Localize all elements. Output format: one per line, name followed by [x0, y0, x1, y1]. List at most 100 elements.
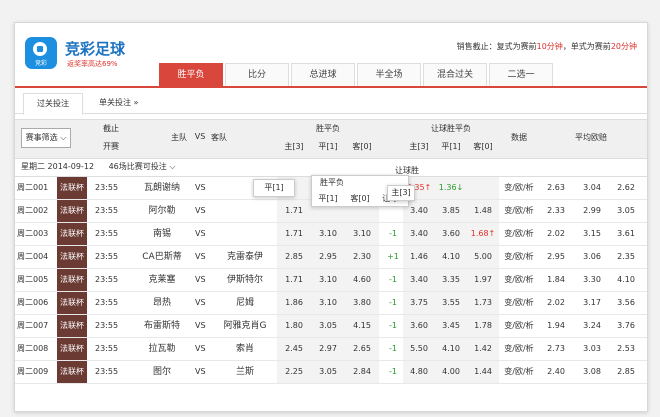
tab-single-bet[interactable]: 单关投注 » — [99, 93, 138, 113]
handicap-odds-home[interactable]: 1.46 — [403, 246, 435, 268]
home-team[interactable]: 瓦朗谢纳 — [139, 177, 185, 199]
tab-mixed[interactable]: 混合过关 — [423, 63, 487, 86]
handicap-odds-draw[interactable]: 4.10 — [435, 246, 467, 268]
home-team[interactable]: 阿尔勒 — [139, 200, 185, 222]
away-team[interactable] — [217, 200, 273, 222]
tab-pass-bet[interactable]: 过关投注 — [23, 93, 83, 115]
odds-draw[interactable]: 3.10 — [311, 292, 345, 314]
odds-draw[interactable]: 3.05 — [311, 361, 345, 383]
analysis-links[interactable]: 变/欧/析 — [501, 246, 537, 268]
handicap-odds-away[interactable]: 5.00 — [467, 246, 499, 268]
analysis-links[interactable]: 变/欧/析 — [501, 269, 537, 291]
odds-draw[interactable]: 2.97 — [311, 338, 345, 360]
odds-home[interactable]: 1.71 — [277, 269, 311, 291]
match-count[interactable]: 46场比赛可投注 — [109, 162, 167, 171]
odds-away[interactable]: 2.65 — [345, 338, 379, 360]
handicap-odds-away[interactable]: 1.48 — [467, 200, 499, 222]
analysis-links[interactable]: 变/欧/析 — [501, 292, 537, 314]
handicap-odds-home[interactable]: 3.40 — [403, 269, 435, 291]
sales-deadline: 销售截止：复式为赛前10分钟，单式为赛前20分钟 — [456, 42, 637, 51]
col-rspf-draw: 平[1] — [441, 142, 461, 151]
odds-away[interactable]: 2.84 — [345, 361, 379, 383]
tab-half-full[interactable]: 半全场 — [357, 63, 421, 86]
avg-odds-away: 2.85 — [617, 367, 635, 376]
avg-odds-home: 2.95 — [547, 252, 565, 261]
tab-spf[interactable]: 胜平负 — [159, 63, 223, 86]
odds-draw[interactable]: 3.10 — [311, 269, 345, 291]
handicap-odds-away[interactable]: 1.78 — [467, 315, 499, 337]
handicap-odds-draw[interactable]: 3.60 — [435, 223, 467, 245]
odds-home[interactable]: 1.71 — [277, 223, 311, 245]
handicap-odds-draw[interactable]: 4.10 — [435, 338, 467, 360]
odds-home[interactable]: 1.80 — [277, 315, 311, 337]
analysis-links[interactable]: 变/欧/析 — [501, 315, 537, 337]
home-team[interactable]: CA巴斯蒂 — [139, 246, 185, 268]
handicap-odds-home[interactable]: 4.80 — [403, 361, 435, 383]
odds-draw[interactable]: 2.95 — [311, 246, 345, 268]
handicap-odds-draw[interactable]: 3.35 — [435, 269, 467, 291]
odds-away[interactable]: 2.30 — [345, 246, 379, 268]
handicap-odds-away[interactable]: 1.42 — [467, 338, 499, 360]
handicap-odds-draw[interactable]: 3.55 — [435, 292, 467, 314]
kickoff-time: 23:55 — [95, 275, 119, 284]
away-team[interactable]: 伊斯特尔 — [217, 269, 273, 291]
tab-score[interactable]: 比分 — [225, 63, 289, 86]
avg-odds-home: 1.84 — [547, 275, 565, 284]
handicap-odds-draw[interactable]: 3.45 — [435, 315, 467, 337]
handicap-odds-home[interactable]: 3.75 — [403, 292, 435, 314]
avg-odds-draw: 3.17 — [583, 298, 601, 307]
odds-away[interactable]: 4.15 — [345, 315, 379, 337]
handicap-odds-home[interactable]: 3.40 — [403, 223, 435, 245]
avg-odds-away: 3.76 — [617, 321, 635, 330]
kickoff-time: 23:55 — [95, 206, 119, 215]
match-filter-dropdown[interactable]: 赛事筛选 ⌵ — [21, 128, 71, 148]
analysis-links[interactable]: 变/欧/析 — [501, 338, 537, 360]
handicap-odds-away[interactable]: 1.73 — [467, 292, 499, 314]
odds-draw[interactable]: 3.10 — [311, 223, 345, 245]
league-badge: 法联杯 — [57, 223, 87, 245]
home-team[interactable]: 拉瓦勒 — [139, 338, 185, 360]
odds-draw[interactable]: 3.05 — [311, 315, 345, 337]
away-team[interactable]: 尼姆 — [217, 292, 273, 314]
handicap-odds-away[interactable]: 1.44 — [467, 361, 499, 383]
odds-home[interactable]: 2.45 — [277, 338, 311, 360]
handicap-odds-away[interactable] — [467, 177, 499, 199]
analysis-links[interactable]: 变/欧/析 — [501, 200, 537, 222]
handicap-odds-away[interactable]: 1.97 — [467, 269, 499, 291]
handicap-odds-draw[interactable]: 1.36↓ — [435, 177, 467, 199]
home-team[interactable]: 图尔 — [139, 361, 185, 383]
away-team[interactable]: 克雷泰伊 — [217, 246, 273, 268]
away-team[interactable]: 阿雅克肖G — [217, 315, 273, 337]
odds-away[interactable]: 3.10 — [345, 223, 379, 245]
odds-away[interactable]: 3.80 — [345, 292, 379, 314]
away-team[interactable]: 索肖 — [217, 338, 273, 360]
home-team[interactable]: 昂热 — [139, 292, 185, 314]
home-team[interactable]: 布雷斯特 — [139, 315, 185, 337]
col-rspf-home: 主[3] — [409, 142, 429, 151]
tab-total-goals[interactable]: 总进球 — [291, 63, 355, 86]
avg-odds-draw: 3.24 — [583, 321, 601, 330]
tab-two-choice[interactable]: 二选一 — [489, 63, 553, 86]
odds-away[interactable]: 4.60 — [345, 269, 379, 291]
analysis-links[interactable]: 变/欧/析 — [501, 361, 537, 383]
home-team[interactable]: 克莱塞 — [139, 269, 185, 291]
handicap-odds-home[interactable]: 3.60 — [403, 315, 435, 337]
bet-mode-tabs: 过关投注 单关投注 » — [15, 93, 647, 115]
handicap-odds-draw[interactable]: 3.85 — [435, 200, 467, 222]
handicap-odds-home[interactable]: 5.50 — [403, 338, 435, 360]
away-team[interactable] — [217, 223, 273, 245]
odds-home[interactable]: 1.86 — [277, 292, 311, 314]
handicap-odds-draw[interactable]: 4.00 — [435, 361, 467, 383]
away-team[interactable]: 兰斯 — [217, 361, 273, 383]
col-rspf-away: 客[0] — [473, 142, 493, 151]
analysis-links[interactable]: 变/欧/析 — [501, 223, 537, 245]
handicap-odds-away[interactable]: 1.68↑ — [467, 223, 499, 245]
chevron-down-icon: ⌵ — [169, 162, 176, 171]
analysis-links[interactable]: 变/欧/析 — [501, 177, 537, 199]
avg-odds-home: 2.02 — [547, 298, 565, 307]
odds-home[interactable]: 2.85 — [277, 246, 311, 268]
odds-home[interactable]: 1.71 — [277, 200, 311, 222]
odds-home[interactable]: 2.25 — [277, 361, 311, 383]
home-team[interactable]: 南锡 — [139, 223, 185, 245]
main-window: 竞彩 竞彩足球 返奖率高达69% 销售截止：复式为赛前10分钟，单式为赛前20分… — [14, 22, 648, 412]
